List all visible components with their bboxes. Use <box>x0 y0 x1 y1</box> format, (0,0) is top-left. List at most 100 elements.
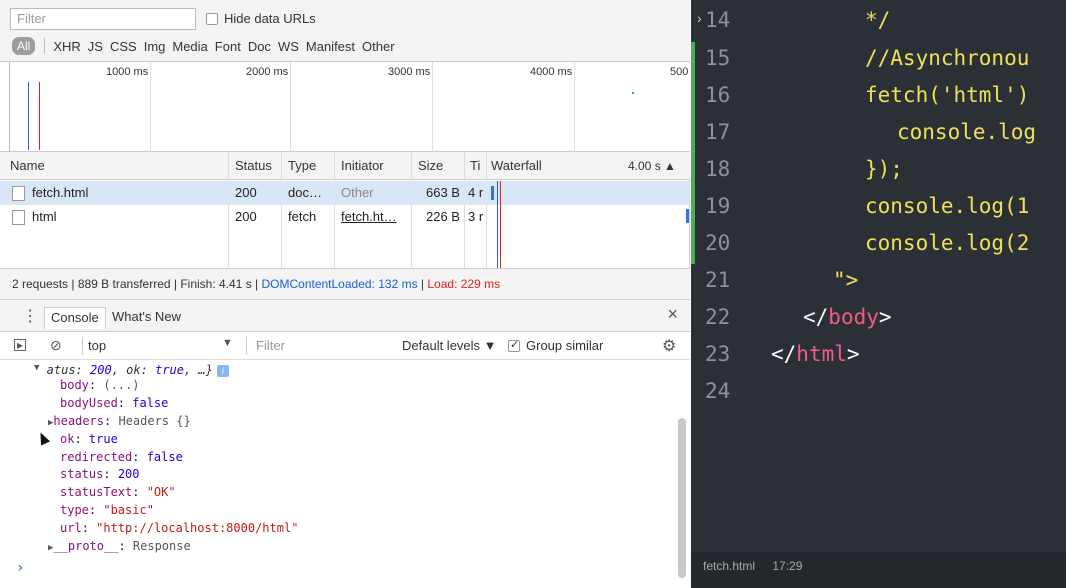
line-number: 22 <box>705 305 731 329</box>
line-number: 18 <box>705 157 731 181</box>
tag-name: html <box>796 342 847 366</box>
type-filter-other[interactable]: Other <box>362 39 395 54</box>
tab-whats-new[interactable]: What's New <box>106 307 187 329</box>
header-pre: atus: <box>46 363 91 377</box>
summary-load: Load: 229 ms <box>427 277 501 291</box>
console-output[interactable]: ▼ atus: 200, ok: true, …} i body: (...) b… <box>0 360 690 588</box>
prop-key: bodyUsed <box>60 396 118 410</box>
console-toolbar: ▸ ⊘ top ▼ Filter Default levels ▼ Group … <box>0 332 690 360</box>
row-size: 663 B <box>426 185 460 200</box>
git-modified-indicator <box>691 42 695 264</box>
col-initiator[interactable]: Initiator <box>341 152 384 180</box>
waterfall-bar <box>491 186 494 200</box>
kebab-menu-icon[interactable]: ⋮ <box>22 306 38 326</box>
row-status: 200 <box>235 209 257 224</box>
prop-key: url <box>60 521 82 535</box>
type-filter-manifest[interactable]: Manifest <box>306 39 355 54</box>
row-size: 226 B <box>426 209 460 224</box>
status-file[interactable]: fetch.html <box>703 559 755 573</box>
property-line: statusText: "OK" <box>60 485 176 499</box>
console-prompt[interactable]: › <box>16 560 24 576</box>
prop-value: Response <box>132 539 191 553</box>
code-line[interactable]: }); <box>865 157 903 181</box>
network-overview[interactable]: 1000 ms 2000 ms 3000 ms 4000 ms 500 <box>0 62 690 152</box>
toolbar-separator <box>246 337 247 355</box>
overview-load-line <box>39 82 40 150</box>
col-time[interactable]: Ti <box>470 152 480 180</box>
col-size[interactable]: Size <box>418 152 443 180</box>
prop-value: false <box>132 396 169 410</box>
col-waterfall-sort[interactable]: 4.00 s ▲ <box>628 152 676 180</box>
type-filter-css[interactable]: CSS <box>110 39 137 54</box>
type-filter-all[interactable]: All <box>12 37 36 55</box>
code-line[interactable]: fetch('html') <box>865 83 1029 107</box>
waterfall-bar <box>686 209 689 223</box>
overview-tick-label: 2000 ms <box>246 66 289 78</box>
default-levels-dropdown[interactable]: Default levels ▼ <box>402 338 497 353</box>
network-filter-input[interactable]: Filter <box>10 8 196 30</box>
console-scrollbar[interactable] <box>678 418 686 578</box>
property-line[interactable]: ▶__proto__: Response <box>48 538 191 556</box>
collapse-arrow-icon[interactable]: › <box>697 10 702 26</box>
code-editor[interactable]: › 14 15 16 17 18 19 20 21 22 23 24 */ //… <box>691 0 1066 588</box>
overview-tick-label: 500 <box>670 66 689 78</box>
hide-data-urls-label: Hide data URLs <box>224 11 316 26</box>
context-selector[interactable]: top <box>88 338 106 353</box>
info-icon[interactable]: i <box>216 365 229 377</box>
type-filter-font[interactable]: Font <box>215 39 241 54</box>
line-number: 19 <box>705 194 731 218</box>
code-line[interactable]: console.log(2 <box>865 231 1029 255</box>
type-filter-media[interactable]: Media <box>172 39 207 54</box>
row-name: fetch.html <box>32 185 89 200</box>
group-similar-checkbox[interactable] <box>508 338 520 352</box>
type-filter-js[interactable]: JS <box>88 39 103 54</box>
waterfall-load-line <box>500 181 501 268</box>
type-filter-ws[interactable]: WS <box>278 39 299 54</box>
code-line[interactable]: //Asynchronou <box>865 46 1029 70</box>
close-icon[interactable]: × <box>667 304 678 325</box>
code-line[interactable]: console.log <box>897 120 1036 144</box>
prop-value: Headers {} <box>118 414 191 428</box>
hide-data-urls-toggle[interactable]: Hide data URLs <box>206 11 316 26</box>
code-line[interactable]: console.log(1 <box>865 194 1029 218</box>
table-row[interactable]: html 200 fetch fetch.ht… 226 B 3 r <box>0 205 690 229</box>
status-cursor-position[interactable]: 17:29 <box>772 559 802 573</box>
property-line: redirected: false <box>60 450 183 464</box>
prop-value[interactable]: (...) <box>103 378 139 392</box>
editor-status-bar: fetch.html 17:29 <box>691 552 1066 588</box>
code-line[interactable]: </html> <box>771 342 860 366</box>
code-line[interactable]: "> <box>833 268 858 292</box>
gear-icon[interactable]: ⚙ <box>662 336 676 356</box>
tag-close: > <box>878 305 892 329</box>
type-filter-doc[interactable]: Doc <box>248 39 271 54</box>
prop-value: true <box>88 432 118 446</box>
console-filter-input[interactable]: Filter <box>256 338 285 353</box>
group-similar-toggle[interactable]: Group similar <box>508 338 603 353</box>
tab-console[interactable]: Console <box>44 307 106 329</box>
code-line[interactable]: */ <box>865 8 890 32</box>
context-dropdown-icon[interactable]: ▼ <box>222 337 233 349</box>
col-waterfall[interactable]: Waterfall <box>491 152 542 180</box>
clear-console-icon[interactable]: ⊘ <box>50 337 62 354</box>
type-filter-img[interactable]: Img <box>144 39 166 54</box>
sidebar-toggle-icon[interactable]: ▸ <box>14 339 26 351</box>
tag-open: </ <box>803 305 829 329</box>
property-line: body: (...) <box>60 378 140 392</box>
property-line[interactable]: ▶headers: Headers {} <box>48 413 191 431</box>
property-line: url: "http://localhost:8000/html" <box>60 521 299 535</box>
code-line[interactable]: </body> <box>803 305 892 329</box>
type-filter-xhr[interactable]: XHR <box>53 39 80 54</box>
row-initiator-link[interactable]: fetch.ht… <box>341 205 407 229</box>
line-number: 21 <box>705 268 731 292</box>
col-status[interactable]: Status <box>235 152 272 180</box>
col-type[interactable]: Type <box>288 152 316 180</box>
line-number: 16 <box>705 83 731 107</box>
prop-key: ok <box>60 432 75 446</box>
hide-data-urls-checkbox[interactable] <box>206 12 218 25</box>
col-name[interactable]: Name <box>10 152 45 180</box>
toolbar-separator <box>82 337 83 355</box>
prop-value: "basic" <box>103 503 154 517</box>
table-row[interactable]: fetch.html 200 doc… Other 663 B 4 r <box>0 181 690 205</box>
prop-key: statusText <box>60 485 133 499</box>
expand-arrow-icon[interactable]: ▼ <box>34 363 39 373</box>
